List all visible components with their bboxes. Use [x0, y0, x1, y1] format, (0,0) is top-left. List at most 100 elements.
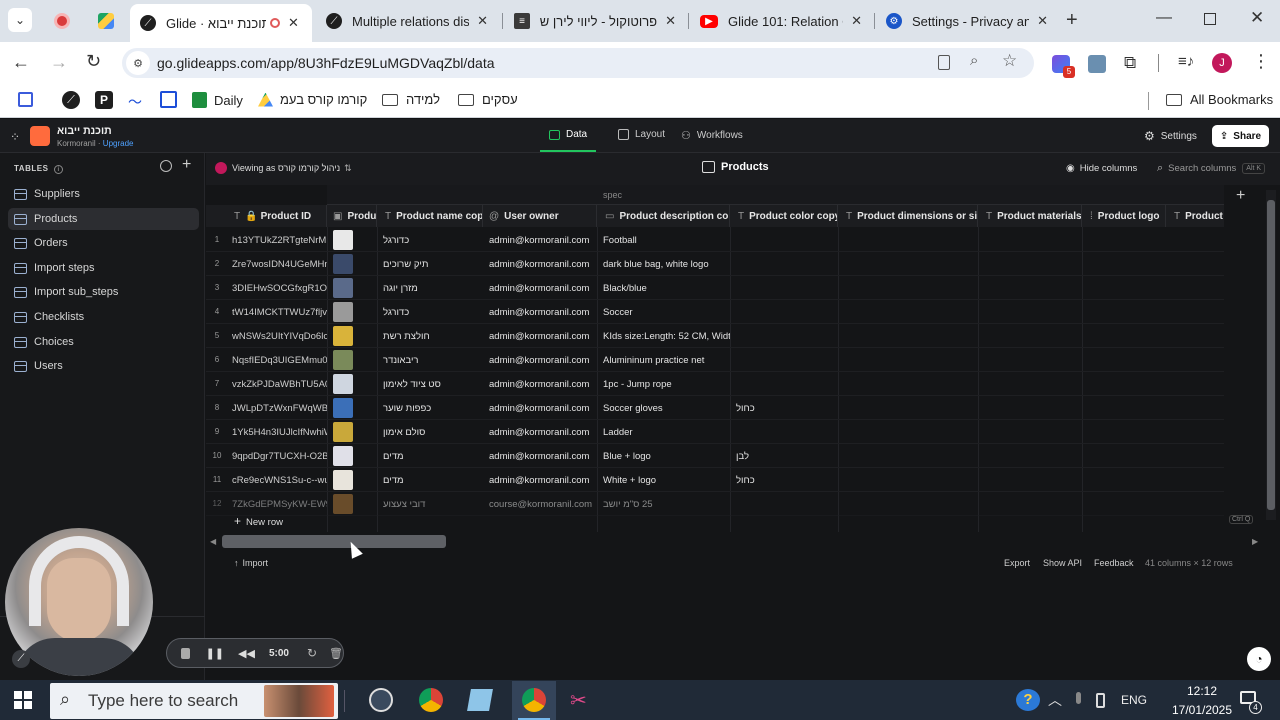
scroll-thumb[interactable]: [222, 535, 446, 548]
all-bookmarks-button[interactable]: All Bookmarks: [1166, 92, 1273, 107]
sidebar-item-import-sub-steps[interactable]: Import sub_steps: [8, 281, 199, 303]
description-cell[interactable]: Soccer gloves: [597, 396, 730, 420]
notepad-icon[interactable]: [467, 689, 493, 711]
bookmark-glide-icon[interactable]: ⟋: [62, 91, 80, 109]
materials-cell[interactable]: [978, 396, 1082, 420]
nav-workflows[interactable]: ⚇ Workflows: [681, 129, 743, 142]
logo-cell[interactable]: [1082, 300, 1166, 324]
column-header-product[interactable]: ▣Product: [327, 205, 377, 227]
column-header-product-color-copy[interactable]: T Product color copy: [730, 205, 838, 227]
product-image-cell[interactable]: [327, 444, 377, 468]
product-name-cell[interactable]: ריבאונדר: [377, 348, 483, 372]
url-text[interactable]: go.glideapps.com/app/8U3hFdzE9LuMGDVaqZb…: [157, 55, 495, 71]
clock-time[interactable]: 12:12: [1170, 684, 1234, 698]
product-id-cell[interactable]: wNSWs2UItYIVqDo6loI: [228, 324, 327, 348]
add-column-button[interactable]: +: [1236, 187, 1245, 205]
help-icon[interactable]: ?: [1016, 689, 1040, 711]
logo-cell[interactable]: [1082, 228, 1166, 252]
table-row[interactable]: 10 9qpdDgr7TUCXH-O2B מדים admin@kormoranil.…: [206, 444, 1224, 468]
add-table-button[interactable]: +: [182, 156, 191, 174]
materials-cell[interactable]: [978, 444, 1082, 468]
user-owner-cell[interactable]: admin@kormoranil.com: [483, 228, 597, 252]
restart-icon[interactable]: ↻: [307, 646, 317, 660]
media-control-icon[interactable]: ≡♪: [1178, 53, 1194, 70]
product-p-cell[interactable]: [1166, 468, 1224, 492]
table-row[interactable]: 1 h13YTUkZ2RTgteNrME כדורגל admin@kormorani…: [206, 228, 1224, 252]
sidebar-item-products[interactable]: Products: [8, 208, 199, 230]
dimensions-cell[interactable]: [838, 372, 978, 396]
description-cell[interactable]: Football: [597, 228, 730, 252]
tab-multiple-relations[interactable]: ⟋ Multiple relations dis ✕: [316, 6, 498, 36]
zoom-icon[interactable]: ⌕: [970, 52, 978, 69]
color-cell[interactable]: [730, 300, 838, 324]
color-cell[interactable]: לבן: [730, 444, 838, 468]
chrome-active-icon[interactable]: [512, 681, 556, 720]
color-cell[interactable]: [730, 492, 838, 516]
user-owner-cell[interactable]: admin@kormoranil.com: [483, 324, 597, 348]
dimensions-cell[interactable]: [838, 444, 978, 468]
description-cell[interactable]: Alumininum practice net: [597, 348, 730, 372]
user-owner-cell[interactable]: admin@kormoranil.com: [483, 348, 597, 372]
color-cell[interactable]: [730, 372, 838, 396]
product-p-cell[interactable]: [1166, 348, 1224, 372]
logo-cell[interactable]: [1082, 276, 1166, 300]
product-image-cell[interactable]: [327, 468, 377, 492]
forward-button[interactable]: →: [50, 52, 68, 73]
product-image-cell[interactable]: [327, 348, 377, 372]
reload-button[interactable]: ↻: [86, 51, 101, 72]
sidebar-item-checklists[interactable]: Checklists: [8, 306, 199, 328]
description-cell[interactable]: Ladder: [597, 420, 730, 444]
product-p-cell[interactable]: [1166, 276, 1224, 300]
chat-support-icon[interactable]: ◔: [1247, 647, 1271, 671]
product-name-cell[interactable]: כפפות שוער: [377, 396, 483, 420]
product-p-cell[interactable]: [1166, 492, 1224, 516]
close-icon[interactable]: ✕: [288, 15, 299, 31]
new-tab-button[interactable]: +: [1066, 9, 1078, 32]
bookmark-drive-folder[interactable]: קורמו קורס בעמ: [258, 92, 367, 107]
sidebar-item-choices[interactable]: Choices: [8, 331, 199, 353]
product-image-cell[interactable]: [327, 228, 377, 252]
windows-start-icon[interactable]: [14, 691, 32, 709]
dimensions-cell[interactable]: [838, 276, 978, 300]
column-header-product-id[interactable]: T 🔒 Product ID: [206, 205, 327, 227]
apps-grid-icon[interactable]: [18, 92, 33, 107]
color-cell[interactable]: [730, 252, 838, 276]
product-image-cell[interactable]: [327, 252, 377, 276]
user-owner-cell[interactable]: admin@kormoranil.com: [483, 444, 597, 468]
feedback-button[interactable]: Feedback: [1094, 558, 1134, 568]
column-header-product-description-copy[interactable]: ▭ Product description copy: [597, 205, 730, 227]
product-p-cell[interactable]: [1166, 252, 1224, 276]
settings-button[interactable]: ⚙ Settings: [1144, 129, 1197, 143]
product-name-cell[interactable]: דובי צעצוע: [377, 492, 483, 516]
product-image-cell[interactable]: [327, 372, 377, 396]
viewing-as-selector[interactable]: Viewing as ניהול קורמו קורס ⇅: [215, 162, 352, 174]
scroll-left-arrow[interactable]: ◀: [210, 537, 216, 546]
upgrade-link[interactable]: Upgrade: [103, 139, 134, 148]
product-image-cell[interactable]: [327, 276, 377, 300]
product-id-cell[interactable]: 1Yk5H4n3IUJlcIfNwhiW: [228, 420, 327, 444]
product-id-cell[interactable]: 7ZkGdEPMSyKW-EW9: [228, 492, 327, 516]
tab-glide-active[interactable]: ⟋ Glide · תוכנת ייבוא ✕: [130, 4, 312, 42]
dimensions-cell[interactable]: [838, 300, 978, 324]
tab-youtube[interactable]: ▶ Glide 101: Relation Co ✕: [690, 6, 872, 36]
materials-cell[interactable]: [978, 420, 1082, 444]
logo-cell[interactable]: [1082, 492, 1166, 516]
product-image-cell[interactable]: [327, 324, 377, 348]
app-grid-menu-icon[interactable]: ⁘: [10, 130, 20, 144]
sidebar-item-users[interactable]: Users: [8, 355, 199, 377]
materials-cell[interactable]: [978, 348, 1082, 372]
bookmark-p-icon[interactable]: P: [95, 91, 113, 109]
table-row[interactable]: 5 wNSWs2UItYIVqDo6loI חולצת רשת admin@kormo…: [206, 324, 1224, 348]
dimensions-cell[interactable]: [838, 252, 978, 276]
description-cell[interactable]: Blue + logo: [597, 444, 730, 468]
logo-cell[interactable]: [1082, 468, 1166, 492]
description-cell[interactable]: dark blue bag, white logo: [597, 252, 730, 276]
user-owner-cell[interactable]: admin@kormoranil.com: [483, 372, 597, 396]
star-icon[interactable]: ☆: [1002, 51, 1017, 71]
product-id-cell[interactable]: cRe9ecWNS1Su-c--wu: [228, 468, 327, 492]
sidebar-item-import-steps[interactable]: Import steps: [8, 257, 199, 279]
trash-icon[interactable]: 🗑: [329, 647, 343, 660]
product-name-cell[interactable]: חולצת רשת: [377, 324, 483, 348]
dimensions-cell[interactable]: [838, 396, 978, 420]
kebab-menu-icon[interactable]: ⋮: [1252, 51, 1270, 72]
